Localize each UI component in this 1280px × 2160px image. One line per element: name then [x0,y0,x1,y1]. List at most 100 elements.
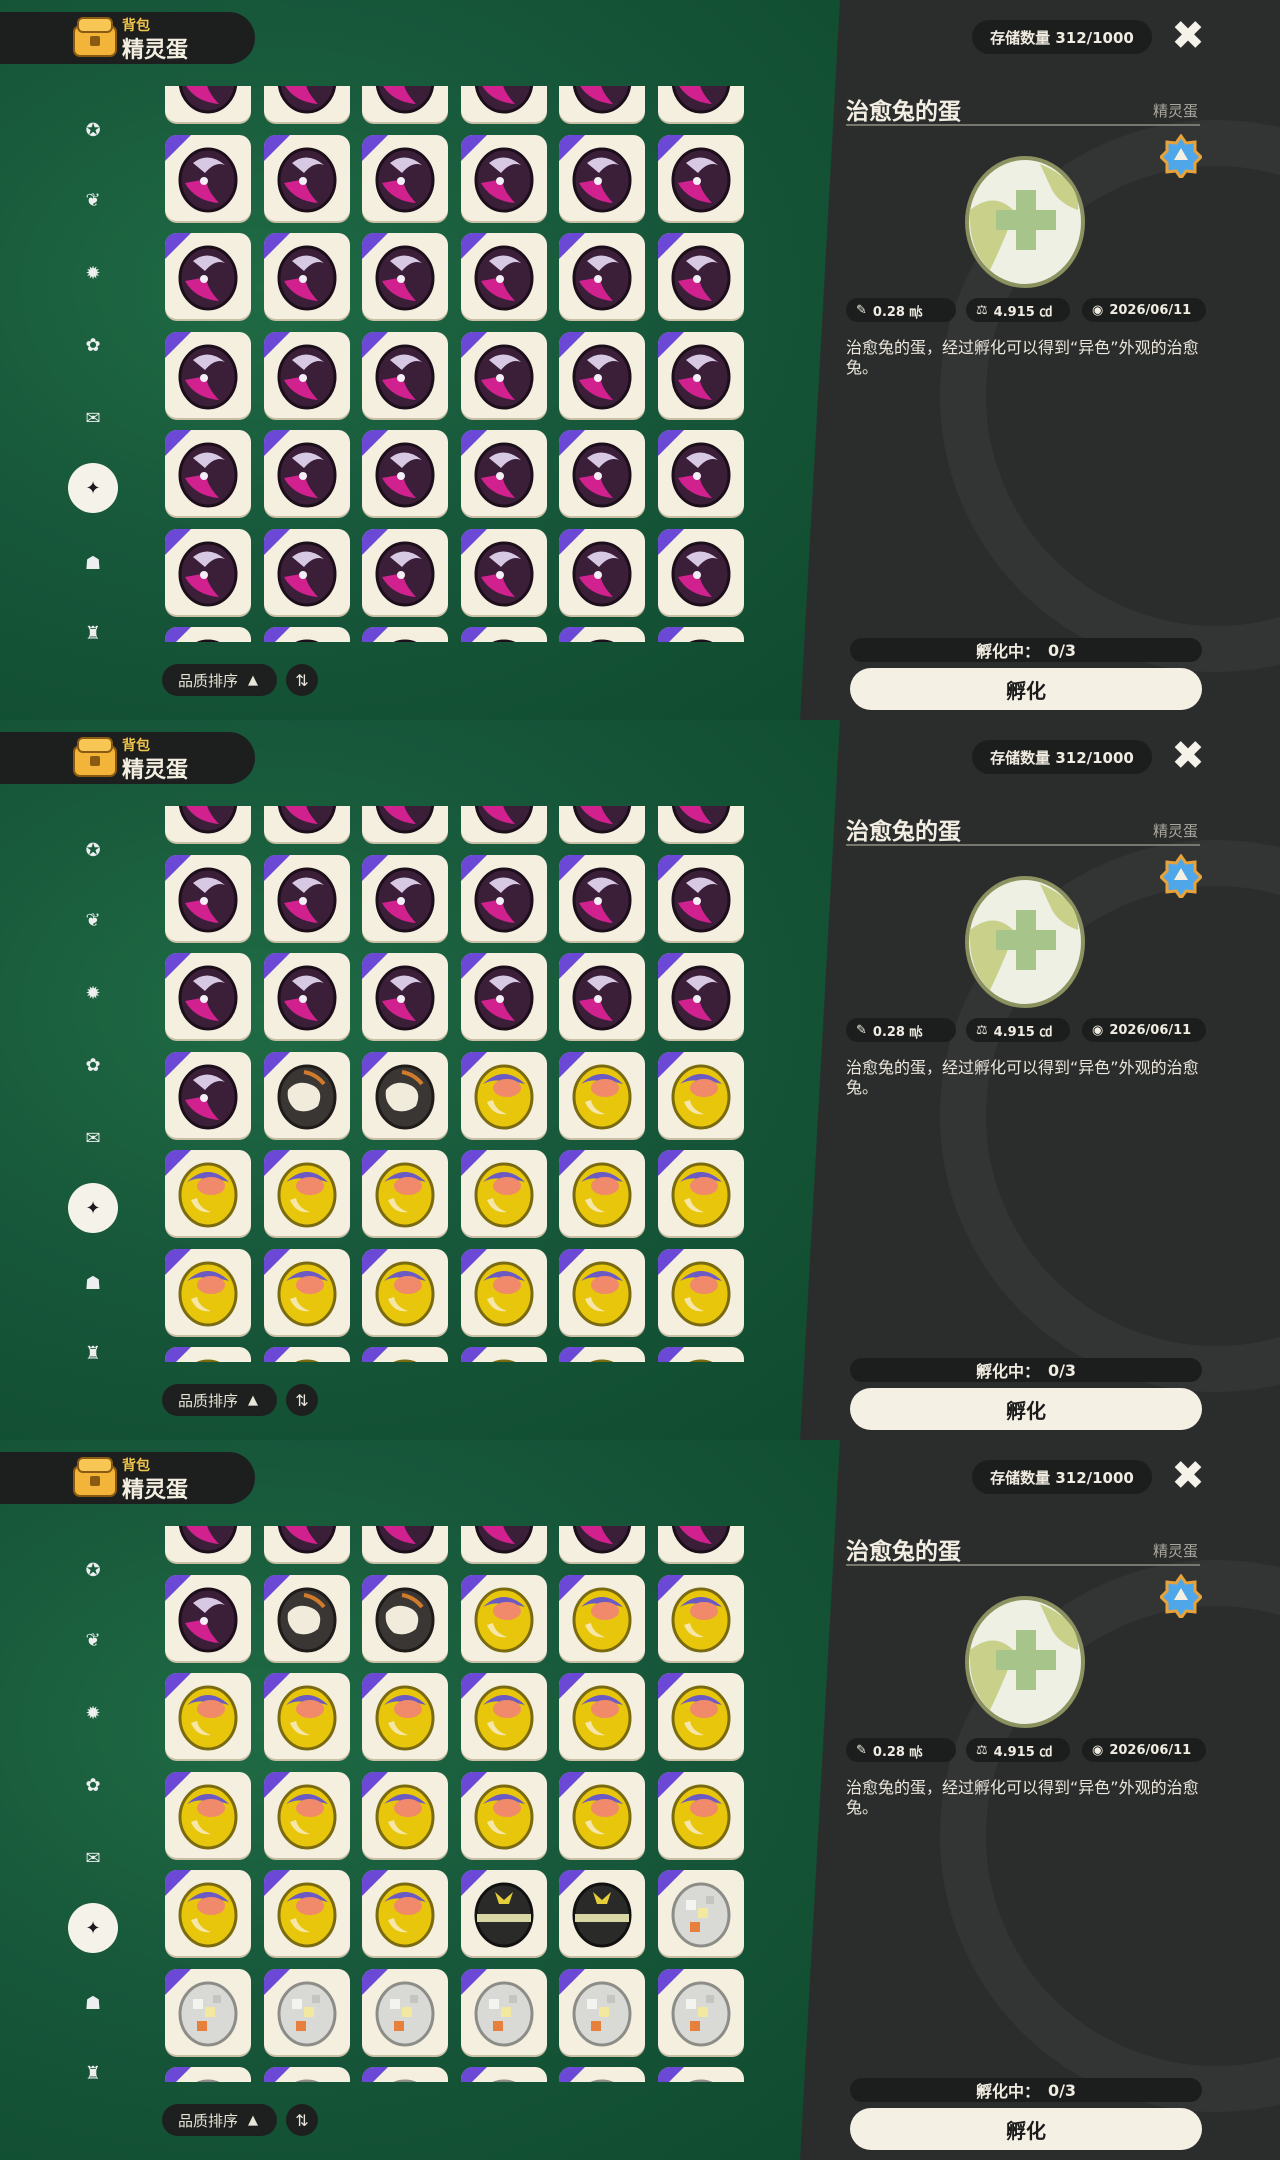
egg-slot[interactable] [165,1150,251,1236]
egg-slot[interactable] [460,233,547,319]
egg-slot[interactable] [362,1574,449,1661]
sidebar-category-1[interactable]: ✪ [73,110,113,150]
egg-slot[interactable] [165,2067,251,2082]
egg-slot[interactable] [460,1248,547,1335]
egg-slot[interactable] [460,1574,547,1661]
egg-slot[interactable] [559,233,646,319]
egg-slot[interactable] [263,1051,350,1138]
egg-slot[interactable] [165,1248,251,1335]
egg-slot[interactable] [362,1347,449,1362]
quality-sort-button[interactable]: 品质排序 ▲ [162,1384,277,1416]
egg-slot[interactable] [460,528,547,615]
egg-slot[interactable] [263,1771,350,1858]
sidebar-category-8[interactable]: ♜ [73,2053,113,2093]
egg-slot[interactable] [559,2067,646,2082]
egg-slot[interactable] [658,2067,744,2082]
egg-slot[interactable] [165,1526,251,1562]
sidebar-category-1[interactable]: ✪ [73,830,113,870]
egg-slot[interactable] [165,1574,251,1661]
egg-slot[interactable] [460,1870,547,1956]
sidebar-category-6[interactable]: ✦ [68,1183,118,1233]
egg-slot[interactable] [658,86,744,122]
egg-slot[interactable] [362,806,449,842]
egg-slot[interactable] [165,953,251,1039]
egg-slot[interactable] [263,1574,350,1661]
egg-slot[interactable] [559,1347,646,1362]
sidebar-category-4[interactable]: ✿ [73,325,113,365]
egg-slot[interactable] [362,1051,449,1138]
egg-slot[interactable] [559,1248,646,1335]
egg-slot[interactable] [165,854,251,941]
egg-slot[interactable] [165,528,251,615]
egg-slot[interactable] [165,331,251,418]
egg-slot[interactable] [460,1968,547,2055]
egg-slot[interactable] [362,86,449,122]
egg-slot[interactable] [460,1150,547,1236]
sort-order-toggle[interactable]: ⇅ [286,2104,318,2136]
close-button[interactable]: ✖ [1168,16,1208,56]
hatch-button[interactable]: 孵化 [850,2108,1202,2150]
sidebar-category-3[interactable]: ✹ [73,973,113,1013]
egg-slot[interactable] [658,1150,744,1236]
sidebar-category-7[interactable]: ☗ [73,1983,113,2023]
egg-slot[interactable] [658,1347,744,1362]
egg-slot[interactable] [165,430,251,516]
hatch-button[interactable]: 孵化 [850,668,1202,710]
sidebar-category-7[interactable]: ☗ [73,1263,113,1303]
sidebar-category-8[interactable]: ♜ [73,613,113,653]
egg-slot[interactable] [263,233,350,319]
egg-slot[interactable] [559,430,646,516]
egg-slot[interactable] [263,1150,350,1236]
sidebar-category-2[interactable]: ❦ [73,900,113,940]
egg-slot[interactable] [263,1673,350,1759]
egg-slot[interactable] [263,86,350,122]
egg-slot[interactable] [559,1771,646,1858]
egg-slot[interactable] [165,1968,251,2055]
egg-slot[interactable] [559,1526,646,1562]
hatch-button[interactable]: 孵化 [850,1388,1202,1430]
egg-slot[interactable] [658,528,744,615]
sidebar-category-1[interactable]: ✪ [73,1550,113,1590]
egg-slot[interactable] [362,1526,449,1562]
egg-slot[interactable] [658,233,744,319]
egg-slot[interactable] [263,1870,350,1956]
egg-slot[interactable] [658,953,744,1039]
egg-slot[interactable] [559,134,646,221]
egg-slot[interactable] [362,430,449,516]
egg-slot[interactable] [263,134,350,221]
egg-slot[interactable] [362,1870,449,1956]
egg-slot[interactable] [559,1574,646,1661]
egg-slot[interactable] [559,1051,646,1138]
close-button[interactable]: ✖ [1168,1456,1208,1496]
egg-slot[interactable] [263,528,350,615]
egg-slot[interactable] [658,627,744,642]
egg-slot[interactable] [460,430,547,516]
egg-slot[interactable] [559,1150,646,1236]
egg-slot[interactable] [460,1347,547,1362]
egg-slot[interactable] [263,1968,350,2055]
egg-slot[interactable] [460,1771,547,1858]
egg-slot[interactable] [263,331,350,418]
egg-slot[interactable] [362,1150,449,1236]
sidebar-category-5[interactable]: ✉ [73,1118,113,1158]
egg-slot[interactable] [559,1673,646,1759]
sort-order-toggle[interactable]: ⇅ [286,1384,318,1416]
egg-slot[interactable] [460,806,547,842]
sidebar-category-4[interactable]: ✿ [73,1765,113,1805]
backpack-tab[interactable]: 背包 精灵蛋 [0,732,255,784]
egg-slot[interactable] [165,1051,251,1138]
egg-slot[interactable] [362,233,449,319]
egg-slot[interactable] [362,1771,449,1858]
egg-slot[interactable] [460,953,547,1039]
sidebar-category-3[interactable]: ✹ [73,1693,113,1733]
egg-slot[interactable] [658,1248,744,1335]
egg-slot[interactable] [362,2067,449,2082]
quality-sort-button[interactable]: 品质排序 ▲ [162,2104,277,2136]
egg-slot[interactable] [263,953,350,1039]
egg-slot[interactable] [263,430,350,516]
egg-slot[interactable] [658,134,744,221]
egg-slot[interactable] [658,1968,744,2055]
egg-slot[interactable] [658,854,744,941]
sidebar-category-5[interactable]: ✉ [73,398,113,438]
egg-slot[interactable] [559,627,646,642]
